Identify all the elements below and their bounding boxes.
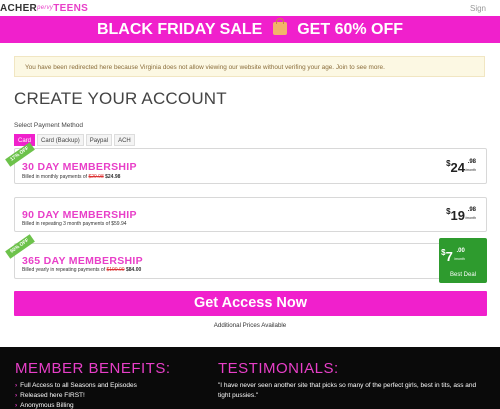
price-integer: 24 (450, 160, 465, 175)
tab-ach[interactable]: ACH (114, 134, 135, 146)
get-access-button[interactable]: Get Access Now (14, 291, 487, 316)
logo-text-part3: TEENS (53, 3, 89, 14)
plan-30-day[interactable]: 30 DAY MEMBERSHIP Billed in monthly paym… (14, 148, 487, 184)
redirect-notice: You have been redirected here because Vi… (14, 56, 485, 77)
old-price: $29.98 (88, 174, 104, 180)
plan-365-day[interactable]: 365 DAY MEMBERSHIP Billed yearly in repe… (14, 243, 487, 279)
price-integer: 7 (445, 249, 453, 264)
plan-billing-info: Billed in monthly payments of $29.98 $24… (22, 174, 120, 180)
plan-billing-info: Billed in repeating 3 month payments of … (22, 221, 127, 227)
payment-method-label: Select Payment Method (14, 122, 84, 129)
price-period: /month (465, 216, 476, 220)
plan-billing-info: Billed yearly in repeating payments of $… (22, 267, 141, 273)
plan-price: $24.98/month (446, 159, 476, 177)
payment-method-tabs: Card Card (Backup) Paypal ACH (14, 134, 137, 146)
price-period: /month (454, 257, 465, 261)
benefits-title: MEMBER BENEFITS: (15, 360, 171, 377)
tab-paypal[interactable]: Paypal (85, 134, 113, 146)
list-item: Released here FIRST! (15, 391, 137, 401)
benefits-list: Full Access to all Seasons and Episodes … (15, 381, 137, 409)
logo-text-part2: pervy (37, 5, 54, 11)
logo-text-part1: ACHER (0, 3, 38, 14)
billing-text: Billed yearly in repeating payments of (22, 267, 106, 273)
plan-name: 30 DAY MEMBERSHIP (22, 161, 137, 173)
list-item: Full Access to all Seasons and Episodes (15, 381, 137, 391)
new-price: $24.98 (105, 174, 121, 180)
black-friday-banner[interactable]: BLACK FRIDAY SALE GET 60% OFF (0, 16, 500, 43)
signin-link[interactable]: Sign (470, 4, 486, 13)
additional-prices-link[interactable]: Additional Prices Available (0, 322, 500, 329)
footer: MEMBER BENEFITS: Full Access to all Seas… (0, 347, 500, 409)
price-period: /month (465, 168, 476, 172)
plan-name: 90 DAY MEMBERSHIP (22, 209, 137, 221)
site-logo[interactable]: ACHERpervyTEENS (0, 0, 88, 17)
price-decimal: .00 (456, 248, 465, 254)
price-decimal: .98 (467, 207, 476, 213)
banner-left-text: BLACK FRIDAY SALE (96, 21, 263, 38)
best-deal-box[interactable]: $7.00/month Best Deal (439, 238, 487, 283)
plan-price: $7.00/month (441, 248, 465, 266)
banner-right-text: GET 60% OFF (297, 21, 404, 38)
testimonials-title: TESTIMONIALS: (218, 360, 339, 377)
plan-name: 365 DAY MEMBERSHIP (22, 255, 143, 267)
price-integer: 19 (450, 208, 465, 223)
plan-price: $19.98/month (446, 207, 476, 225)
plan-90-day[interactable]: 90 DAY MEMBERSHIP Billed in repeating 3 … (14, 197, 487, 232)
billing-text: Billed in monthly payments of (22, 174, 88, 180)
top-bar: ACHERpervyTEENS Sign (0, 0, 500, 16)
tab-card-backup[interactable]: Card (Backup) (37, 134, 84, 146)
old-price: $199.00 (106, 267, 125, 273)
best-deal-label: Best Deal (449, 272, 476, 278)
price-decimal: .98 (467, 159, 476, 165)
shopping-bag-icon (272, 18, 287, 35)
list-item: Anonymous Billing (15, 401, 137, 409)
testimonial-quote: "I have never seen another site that pic… (218, 382, 477, 399)
page-title: CREATE YOUR ACCOUNT (14, 89, 227, 108)
new-price: $84.00 (125, 267, 142, 273)
